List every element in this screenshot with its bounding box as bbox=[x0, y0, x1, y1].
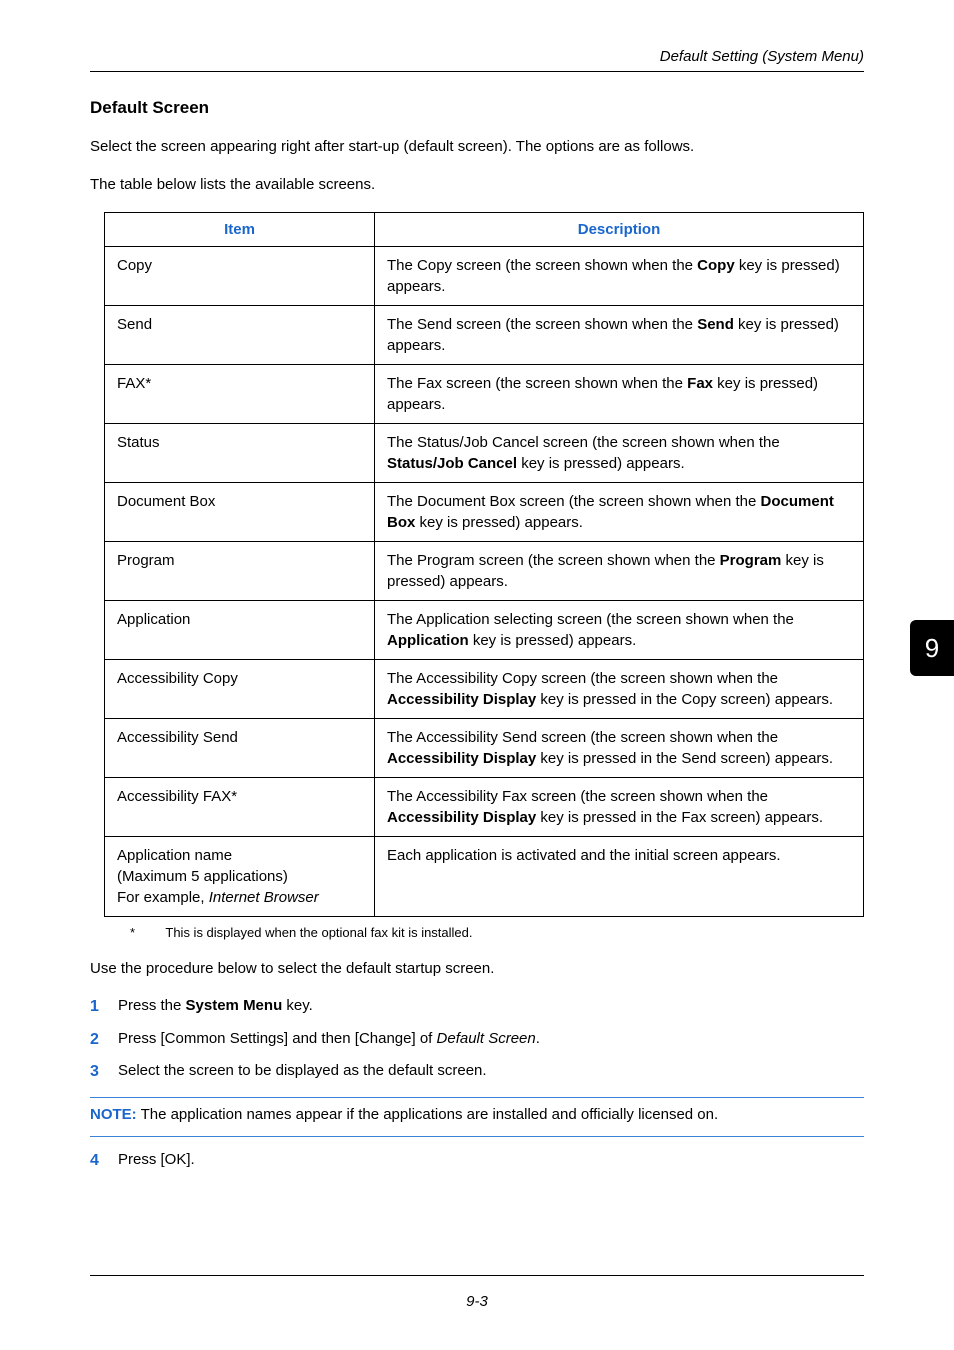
note-rule-top bbox=[90, 1097, 864, 1098]
top-rule bbox=[90, 71, 864, 72]
steps-list-cont: Press [OK]. bbox=[90, 1149, 864, 1172]
table-row: Accessibility Copy The Accessibility Cop… bbox=[105, 659, 864, 718]
bottom-rule bbox=[90, 1275, 864, 1276]
cell-item: Application name (Maximum 5 applications… bbox=[105, 836, 375, 916]
chapter-tab: 9 bbox=[910, 620, 954, 676]
footnote-marker: * bbox=[130, 925, 162, 940]
cell-desc: The Copy screen (the screen shown when t… bbox=[375, 246, 864, 305]
table-row: Document Box The Document Box screen (th… bbox=[105, 482, 864, 541]
default-screen-table: Item Description Copy The Copy screen (t… bbox=[104, 212, 864, 917]
cell-item: Status bbox=[105, 423, 375, 482]
table-row: Send The Send screen (the screen shown w… bbox=[105, 305, 864, 364]
intro-paragraph-1: Select the screen appearing right after … bbox=[90, 136, 864, 158]
footnote-text: This is displayed when the optional fax … bbox=[165, 925, 472, 940]
table-footnote: * This is displayed when the optional fa… bbox=[130, 925, 864, 940]
steps-list: Press the System Menu key. Press [Common… bbox=[90, 995, 864, 1083]
cell-item: Application bbox=[105, 600, 375, 659]
page-number: 9-3 bbox=[0, 1293, 954, 1310]
step-3: Select the screen to be displayed as the… bbox=[90, 1060, 864, 1083]
procedure-intro: Use the procedure below to select the de… bbox=[90, 958, 864, 980]
cell-desc: The Fax screen (the screen shown when th… bbox=[375, 364, 864, 423]
cell-item: Accessibility Copy bbox=[105, 659, 375, 718]
cell-desc: The Status/Job Cancel screen (the screen… bbox=[375, 423, 864, 482]
note-label: NOTE: bbox=[90, 1106, 137, 1123]
col-header-description: Description bbox=[375, 212, 864, 246]
table-row: Program The Program screen (the screen s… bbox=[105, 541, 864, 600]
note-rule-bottom bbox=[90, 1136, 864, 1137]
intro-paragraph-2: The table below lists the available scre… bbox=[90, 174, 864, 196]
cell-desc: The Accessibility Copy screen (the scree… bbox=[375, 659, 864, 718]
cell-desc: The Program screen (the screen shown whe… bbox=[375, 541, 864, 600]
table-row: Accessibility FAX* The Accessibility Fax… bbox=[105, 777, 864, 836]
cell-desc: The Accessibility Send screen (the scree… bbox=[375, 718, 864, 777]
cell-desc: Each application is activated and the in… bbox=[375, 836, 864, 916]
cell-item: Accessibility FAX* bbox=[105, 777, 375, 836]
note-text: The application names appear if the appl… bbox=[137, 1106, 718, 1123]
table-row: Accessibility Send The Accessibility Sen… bbox=[105, 718, 864, 777]
table-row: Application The Application selecting sc… bbox=[105, 600, 864, 659]
cell-desc: The Accessibility Fax screen (the screen… bbox=[375, 777, 864, 836]
cell-item: Send bbox=[105, 305, 375, 364]
cell-desc: The Send screen (the screen shown when t… bbox=[375, 305, 864, 364]
step-1: Press the System Menu key. bbox=[90, 995, 864, 1018]
cell-desc: The Document Box screen (the screen show… bbox=[375, 482, 864, 541]
page: Default Setting (System Menu) Default Sc… bbox=[0, 0, 954, 1350]
note: NOTE: The application names appear if th… bbox=[90, 1104, 864, 1127]
section-title: Default Screen bbox=[90, 98, 864, 118]
cell-item: Copy bbox=[105, 246, 375, 305]
table-row: Status The Status/Job Cancel screen (the… bbox=[105, 423, 864, 482]
cell-item: Document Box bbox=[105, 482, 375, 541]
table-row: FAX* The Fax screen (the screen shown wh… bbox=[105, 364, 864, 423]
cell-item: Accessibility Send bbox=[105, 718, 375, 777]
table-header-row: Item Description bbox=[105, 212, 864, 246]
step-2: Press [Common Settings] and then [Change… bbox=[90, 1028, 864, 1051]
table-row: Application name (Maximum 5 applications… bbox=[105, 836, 864, 916]
cell-desc: The Application selecting screen (the sc… bbox=[375, 600, 864, 659]
step-4: Press [OK]. bbox=[90, 1149, 864, 1172]
running-head: Default Setting (System Menu) bbox=[90, 48, 864, 65]
col-header-item: Item bbox=[105, 212, 375, 246]
cell-item: Program bbox=[105, 541, 375, 600]
table-row: Copy The Copy screen (the screen shown w… bbox=[105, 246, 864, 305]
cell-item: FAX* bbox=[105, 364, 375, 423]
